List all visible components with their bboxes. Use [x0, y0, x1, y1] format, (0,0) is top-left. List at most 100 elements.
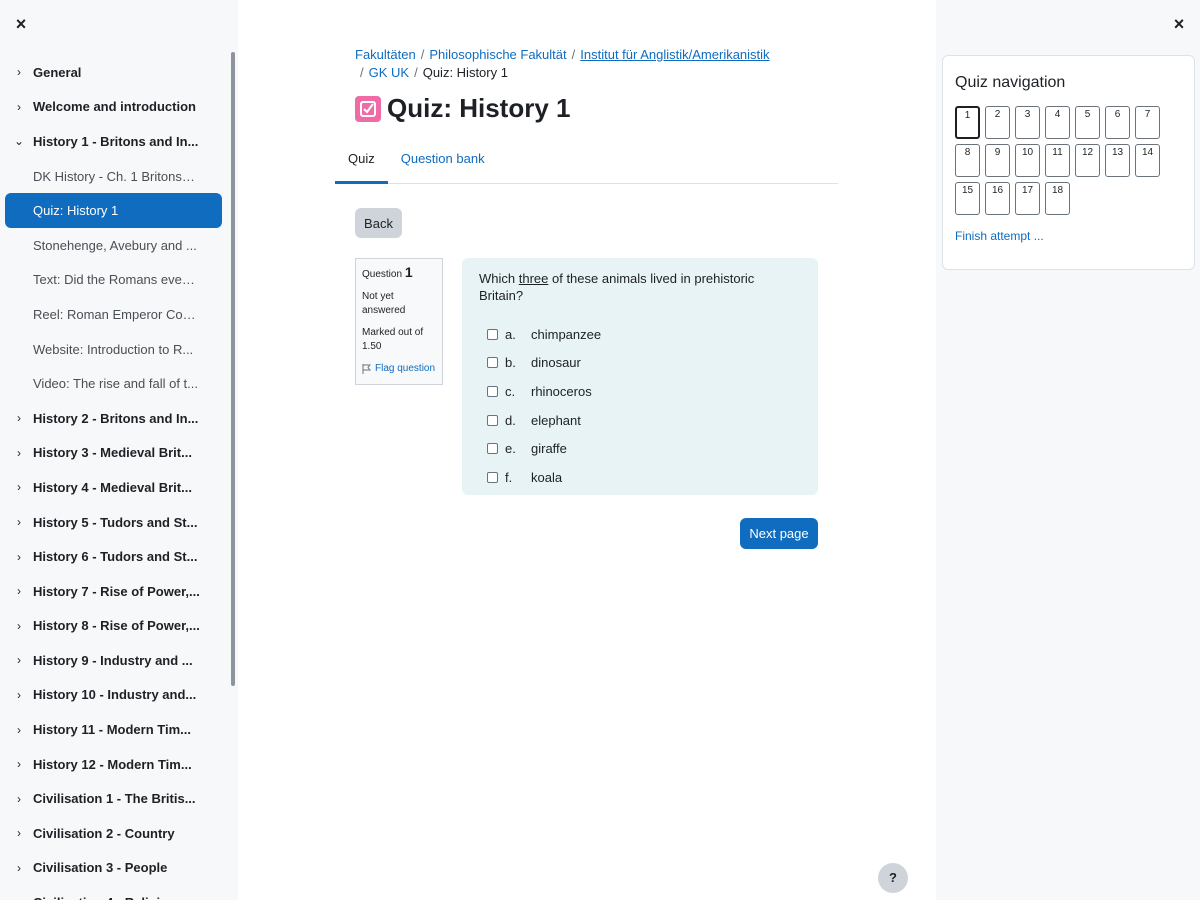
breadcrumb-link-institute[interactable]: Institut für Anglistik/Amerikanistik	[580, 47, 769, 62]
quiz-nav-question-button[interactable]: 1	[955, 106, 980, 139]
breadcrumb: Fakultäten / Philosophische Fakultät / Insti…	[355, 46, 795, 82]
back-button[interactable]: Back	[355, 208, 402, 238]
course-section-item[interactable]: › History 5 - Tudors and St...	[5, 505, 222, 540]
finish-attempt-link[interactable]: Finish attempt ...	[955, 229, 1182, 243]
course-section-item[interactable]: ⌄ History 1 - Britons and In...	[5, 124, 222, 159]
answer-checkbox[interactable]	[487, 357, 498, 369]
course-section-item[interactable]: › Welcome and introduction	[5, 90, 222, 125]
answer-checkbox[interactable]	[487, 471, 498, 483]
course-activity-item[interactable]: Quiz: History 1	[5, 193, 222, 228]
chevron-right-icon[interactable]: ›	[5, 896, 33, 900]
course-section-item[interactable]: › History 12 - Modern Tim...	[5, 747, 222, 782]
tab-question-bank[interactable]: Question bank	[388, 142, 498, 184]
quiz-nav-question-button[interactable]: 13	[1105, 144, 1130, 177]
breadcrumb-link-faculty[interactable]: Philosophische Fakultät	[429, 47, 566, 62]
course-section-item[interactable]: › History 4 - Medieval Brit...	[5, 470, 222, 505]
chevron-right-icon[interactable]: ›	[5, 688, 33, 702]
help-button[interactable]: ?	[878, 863, 908, 893]
question-status: Not yet answered	[362, 291, 406, 316]
chevron-right-icon[interactable]: ›	[5, 550, 33, 564]
answer-text[interactable]: chimpanzee	[531, 327, 601, 342]
chevron-right-icon[interactable]: ›	[5, 826, 33, 840]
course-item-label: History 3 - Medieval Brit...	[33, 445, 192, 461]
chevron-right-icon[interactable]: ›	[5, 480, 33, 494]
quiz-nav-question-button[interactable]: 5	[1075, 106, 1100, 139]
quiz-nav-question-button[interactable]: 14	[1135, 144, 1160, 177]
answer-option: d. elephant	[479, 406, 801, 435]
course-section-item[interactable]: ›Civilisation 4 - Religion	[5, 885, 222, 900]
course-section-item[interactable]: › History 7 - Rise of Power,...	[5, 574, 222, 609]
course-item-label: Website: Introduction to R...	[33, 341, 194, 357]
course-section-item[interactable]: › History 6 - Tudors and St...	[5, 539, 222, 574]
course-activity-item[interactable]: Stonehenge, Avebury and ...	[5, 228, 222, 263]
answer-checkbox[interactable]	[487, 443, 498, 455]
course-item-label: History 8 - Rise of Power,...	[33, 618, 200, 634]
chevron-right-icon[interactable]: ›	[5, 792, 33, 806]
close-drawer-icon[interactable]: ×	[1168, 12, 1190, 36]
chevron-right-icon[interactable]: ›	[5, 100, 33, 114]
flag-question-link[interactable]: Flag question	[362, 362, 436, 376]
chevron-right-icon[interactable]: ›	[5, 723, 33, 737]
course-activity-item[interactable]: Text: Did the Romans ever r...	[5, 263, 222, 298]
question-number: 1	[404, 264, 413, 280]
close-drawer-icon[interactable]: ×	[10, 12, 32, 36]
answer-text[interactable]: koala	[531, 470, 562, 485]
quiz-nav-question-button[interactable]: 10	[1015, 144, 1040, 177]
quiz-nav-question-button[interactable]: 11	[1045, 144, 1070, 177]
chevron-right-icon[interactable]: ›	[5, 65, 33, 79]
quiz-nav-question-button[interactable]: 7	[1135, 106, 1160, 139]
quiz-nav-question-button[interactable]: 12	[1075, 144, 1100, 177]
tab-quiz[interactable]: Quiz	[335, 142, 388, 184]
course-section-item[interactable]: › General	[5, 55, 222, 90]
chevron-right-icon[interactable]: ›	[5, 446, 33, 460]
chevron-right-icon[interactable]: ›	[5, 411, 33, 425]
course-section-item[interactable]: › Civilisation 1 - The Britis...	[5, 781, 222, 816]
quiz-nav-question-button[interactable]: 8	[955, 144, 980, 177]
quiz-nav-question-button[interactable]: 2	[985, 106, 1010, 139]
quiz-nav-question-button[interactable]: 15	[955, 182, 980, 215]
breadcrumb-link-faculties[interactable]: Fakultäten	[355, 47, 416, 62]
quiz-nav-question-button[interactable]: 6	[1105, 106, 1130, 139]
chevron-right-icon[interactable]: ›	[5, 653, 33, 667]
course-section-item[interactable]: › Civilisation 2 - Country	[5, 816, 222, 851]
answer-text[interactable]: dinosaur	[531, 355, 581, 370]
drawer-scrollbar[interactable]	[231, 52, 235, 686]
course-item-label: Text: Did the Romans ever r...	[33, 272, 198, 288]
chevron-right-icon[interactable]: ›	[5, 515, 33, 529]
course-section-item[interactable]: › History 3 - Medieval Brit...	[5, 436, 222, 471]
course-section-item[interactable]: › History 2 - Britons and In...	[5, 401, 222, 436]
chevron-right-icon[interactable]: ›	[5, 584, 33, 598]
quiz-nav-question-button[interactable]: 17	[1015, 182, 1040, 215]
answer-checkbox[interactable]	[487, 414, 498, 426]
quiz-nav-question-button[interactable]: 9	[985, 144, 1010, 177]
chevron-right-icon[interactable]: ›	[5, 619, 33, 633]
answer-text[interactable]: elephant	[531, 413, 581, 428]
course-item-label: Quiz: History 1	[33, 203, 119, 219]
course-section-item[interactable]: › History 9 - Industry and ...	[5, 643, 222, 678]
course-section-item[interactable]: › History 11 - Modern Tim...	[5, 712, 222, 747]
chevron-right-icon[interactable]: ›	[5, 757, 33, 771]
answer-checkbox[interactable]	[487, 328, 498, 340]
breadcrumb-link-course[interactable]: GK UK	[369, 65, 409, 80]
course-section-item[interactable]: › History 8 - Rise of Power,...	[5, 609, 222, 644]
course-activity-item[interactable]: Video: The rise and fall of t...	[5, 366, 222, 401]
next-page-button[interactable]: Next page	[740, 518, 818, 549]
answer-checkbox[interactable]	[487, 385, 498, 397]
quiz-nav-question-button[interactable]: 18	[1045, 182, 1070, 215]
course-activity-item[interactable]: Website: Introduction to R...	[5, 332, 222, 367]
course-section-item[interactable]: › Civilisation 3 - People	[5, 851, 222, 886]
course-item-label: General	[33, 64, 82, 80]
quiz-nav-question-button[interactable]: 3	[1015, 106, 1040, 139]
chevron-right-icon[interactable]: ›	[5, 861, 33, 875]
quiz-nav-question-button[interactable]: 4	[1045, 106, 1070, 139]
chevron-down-icon[interactable]: ⌄	[5, 134, 33, 148]
course-activity-item[interactable]: Reel: Roman Emperor Cons...	[5, 297, 222, 332]
answer-text[interactable]: giraffe	[531, 441, 567, 456]
course-activity-item[interactable]: DK History - Ch. 1 Britons a...	[5, 159, 222, 194]
course-section-item[interactable]: › History 10 - Industry and...	[5, 678, 222, 713]
answer-text[interactable]: rhinoceros	[531, 384, 592, 399]
quiz-navigation-drawer: × Quiz navigation 1 2 3 4 5 6 7 8 9 10 11 12 13 14 15 1…	[936, 0, 1200, 900]
quiz-nav-question-button[interactable]: 16	[985, 182, 1010, 215]
answer-option: c. rhinoceros	[479, 377, 801, 406]
course-item-label: Stonehenge, Avebury and ...	[33, 237, 197, 253]
